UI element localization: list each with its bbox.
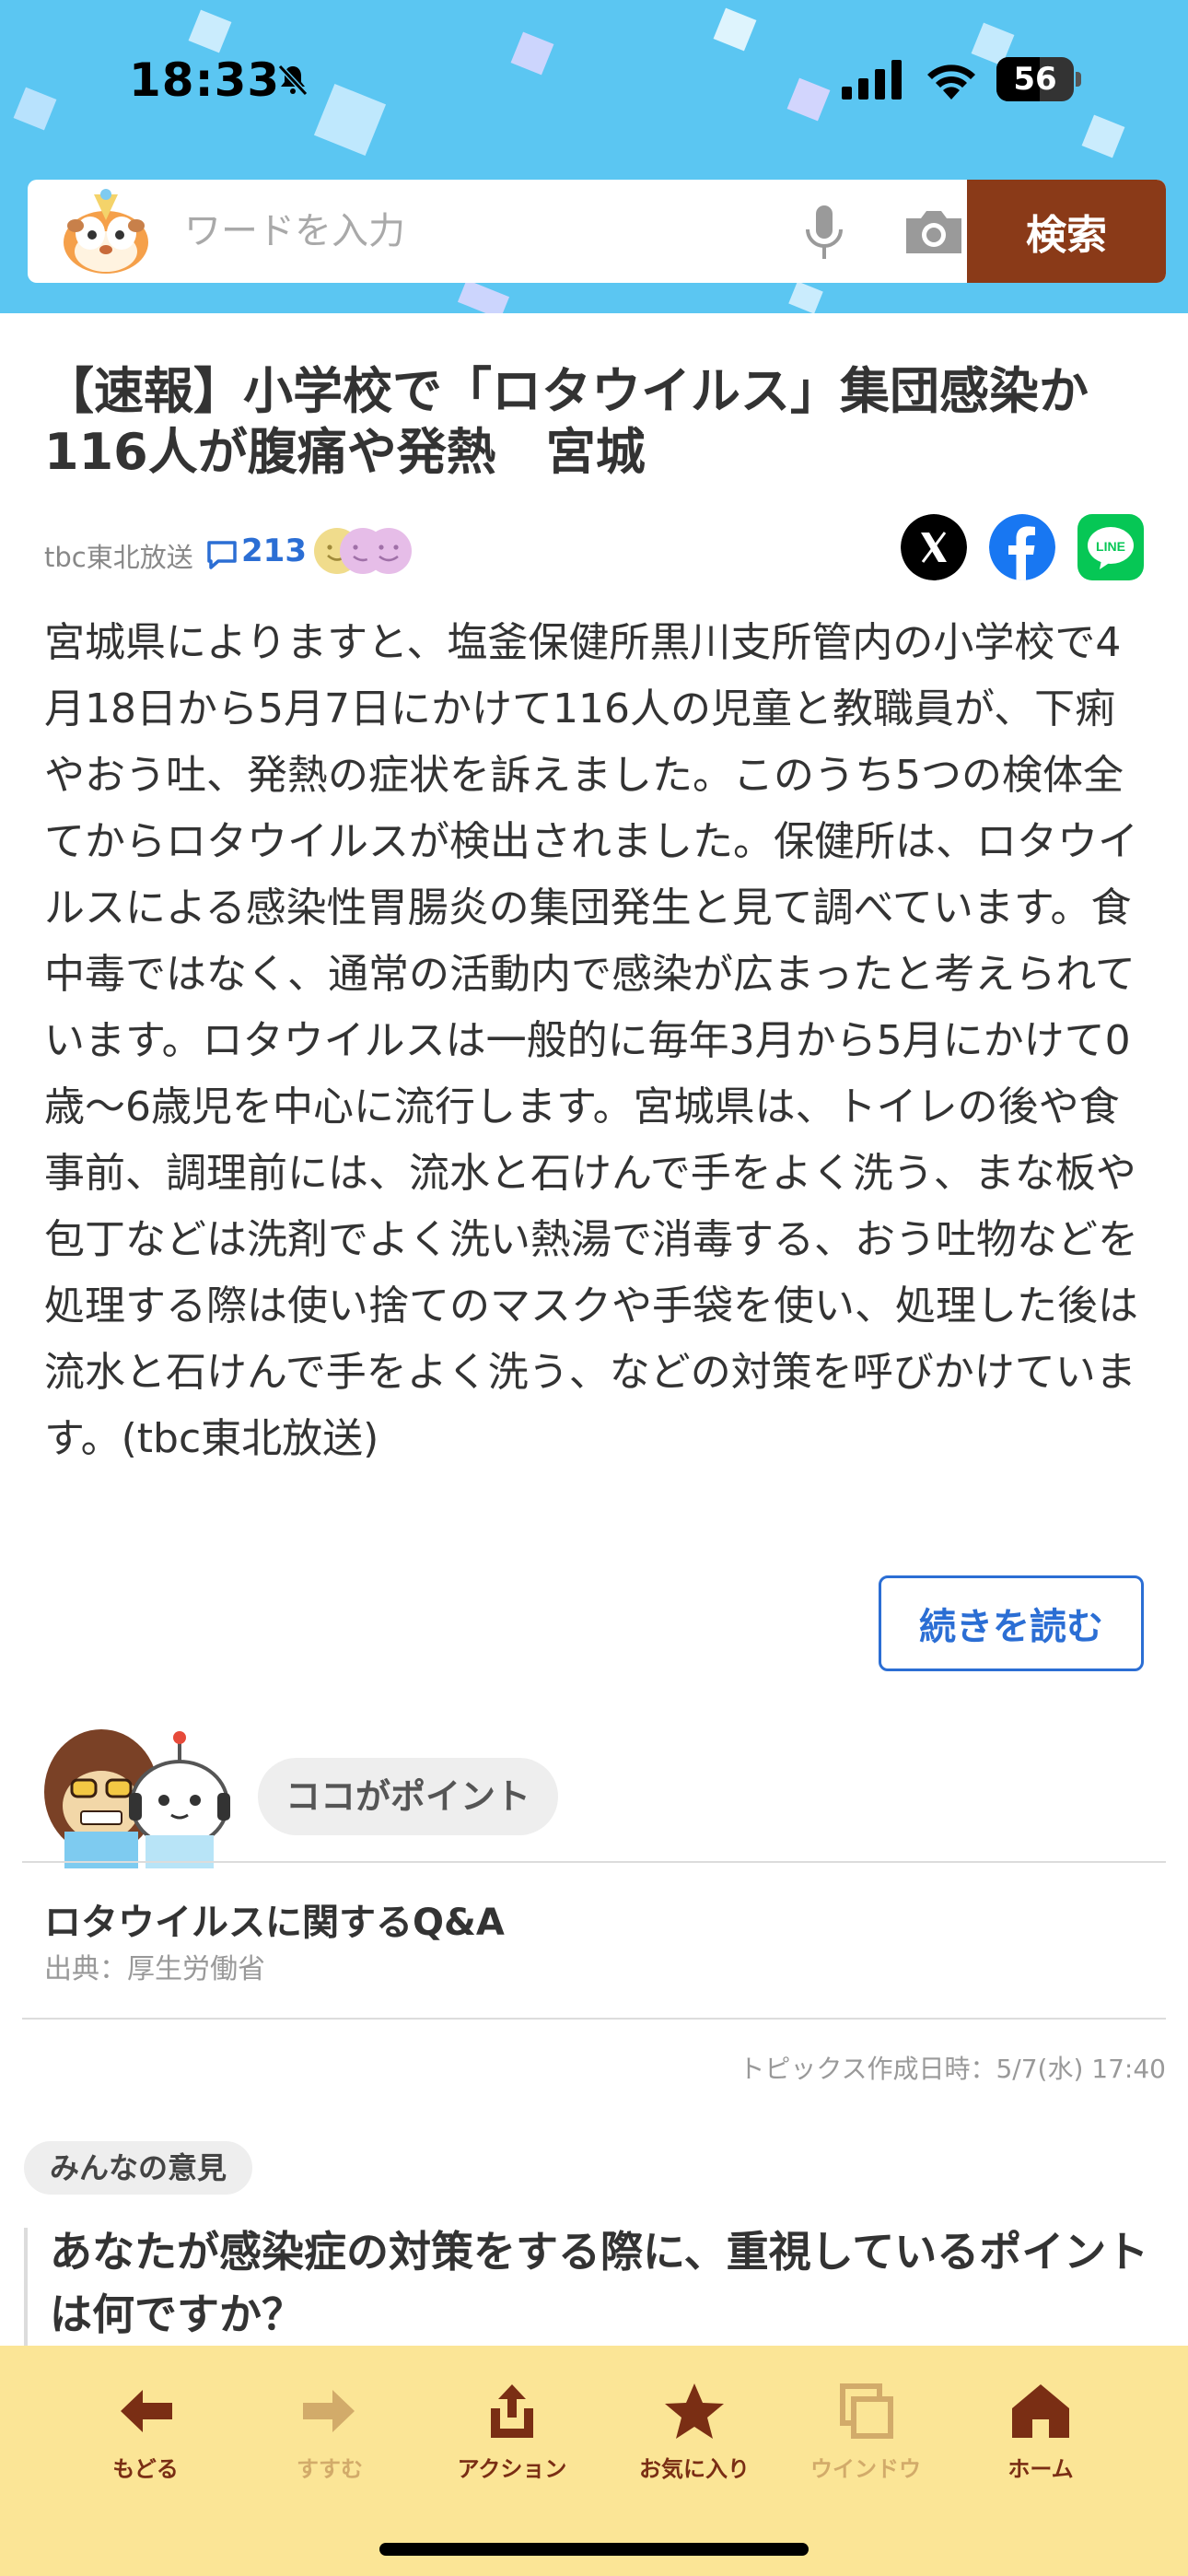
- qa-source: 出典：厚生労働省: [44, 1953, 265, 1985]
- search-bar: 検索: [28, 180, 1166, 283]
- back-button[interactable]: もどる: [63, 2381, 228, 2482]
- camera-icon[interactable]: [901, 205, 967, 257]
- favorite-label: お気に入り: [639, 2456, 750, 2482]
- home-button[interactable]: ホーム: [958, 2381, 1124, 2482]
- reaction-face-icon[interactable]: [365, 527, 413, 575]
- opinion-question[interactable]: あなたが感染症の対策をする際に、重視しているポイントは何ですか？: [50, 2220, 1155, 2346]
- guinea-pig-mascot-icon: [64, 189, 148, 274]
- star-icon: [665, 2383, 724, 2439]
- article-meta: tbc東北放送 213: [44, 527, 597, 582]
- confetti-decoration: [457, 279, 510, 313]
- action-button[interactable]: アクション: [429, 2381, 595, 2482]
- forward-button[interactable]: すすむ: [247, 2381, 413, 2482]
- battery-indicator: 56: [996, 57, 1081, 101]
- opinion-quote-bar: [24, 2228, 28, 2357]
- search-input[interactable]: [184, 180, 783, 283]
- home-label: ホーム: [1007, 2456, 1074, 2482]
- x-share-icon[interactable]: [901, 514, 967, 580]
- comment-count[interactable]: 213: [241, 533, 307, 569]
- confetti-decoration: [1081, 114, 1125, 158]
- share-action-icon: [491, 2384, 533, 2438]
- divider: [22, 1861, 1166, 1863]
- bottom-toolbar: もどる すすむ アクション お気に入り ウインドウ ホーム: [0, 2346, 1188, 2576]
- article-body: 宮城県によりますと、塩釜保健所黒川支所管内の小学校で4月18日から5月7日にかけ…: [44, 619, 1138, 1462]
- opinion-badge: みんなの意見: [24, 2141, 253, 2195]
- point-label: ココがポイント: [258, 1758, 559, 1835]
- topic-created-date: トピックス作成日時：5/7(水) 17:40: [739, 2054, 1166, 2084]
- windows-icon: [840, 2383, 893, 2439]
- window-label: ウインドウ: [810, 2456, 921, 2482]
- home-indicator: [379, 2543, 809, 2556]
- article-source[interactable]: tbc東北放送: [44, 536, 193, 575]
- forward-label: すすむ: [297, 2456, 363, 2482]
- cellular-signal-icon: [842, 60, 902, 100]
- status-time: 18:33: [129, 53, 281, 107]
- home-icon: [1012, 2384, 1069, 2438]
- window-button[interactable]: ウインドウ: [783, 2381, 949, 2482]
- forward-arrow-icon: [303, 2390, 355, 2432]
- search-button[interactable]: 検索: [967, 180, 1166, 283]
- article-title: 【速報】小学校で「ロタウイルス」集団感染か116人が腹痛や発熱 宮城: [44, 362, 1089, 481]
- divider: [22, 2018, 1166, 2020]
- status-bar: 18:33 56: [0, 37, 1188, 120]
- mascot-characters-icon: [44, 1729, 230, 1868]
- qa-link-title[interactable]: ロタウイルスに関するQ&A: [44, 1892, 505, 1946]
- facebook-share-icon[interactable]: [989, 514, 1055, 580]
- confetti-decoration: [788, 281, 823, 313]
- back-label: もどる: [112, 2456, 179, 2482]
- microphone-icon[interactable]: [797, 202, 852, 263]
- svg-text:LINE: LINE: [1096, 539, 1125, 554]
- action-label: アクション: [457, 2456, 567, 2482]
- wifi-icon: [927, 64, 975, 100]
- favorite-button[interactable]: お気に入り: [611, 2381, 777, 2482]
- read-more-button[interactable]: 続きを読む: [879, 1575, 1144, 1671]
- back-arrow-icon: [121, 2390, 172, 2432]
- header: 18:33 56 ワードを入力 検索: [0, 0, 1188, 313]
- line-share-icon[interactable]: LINE: [1077, 514, 1144, 580]
- battery-level: 56: [1013, 61, 1057, 98]
- comment-icon[interactable]: [206, 540, 238, 569]
- bell-slash-icon: [277, 64, 309, 97]
